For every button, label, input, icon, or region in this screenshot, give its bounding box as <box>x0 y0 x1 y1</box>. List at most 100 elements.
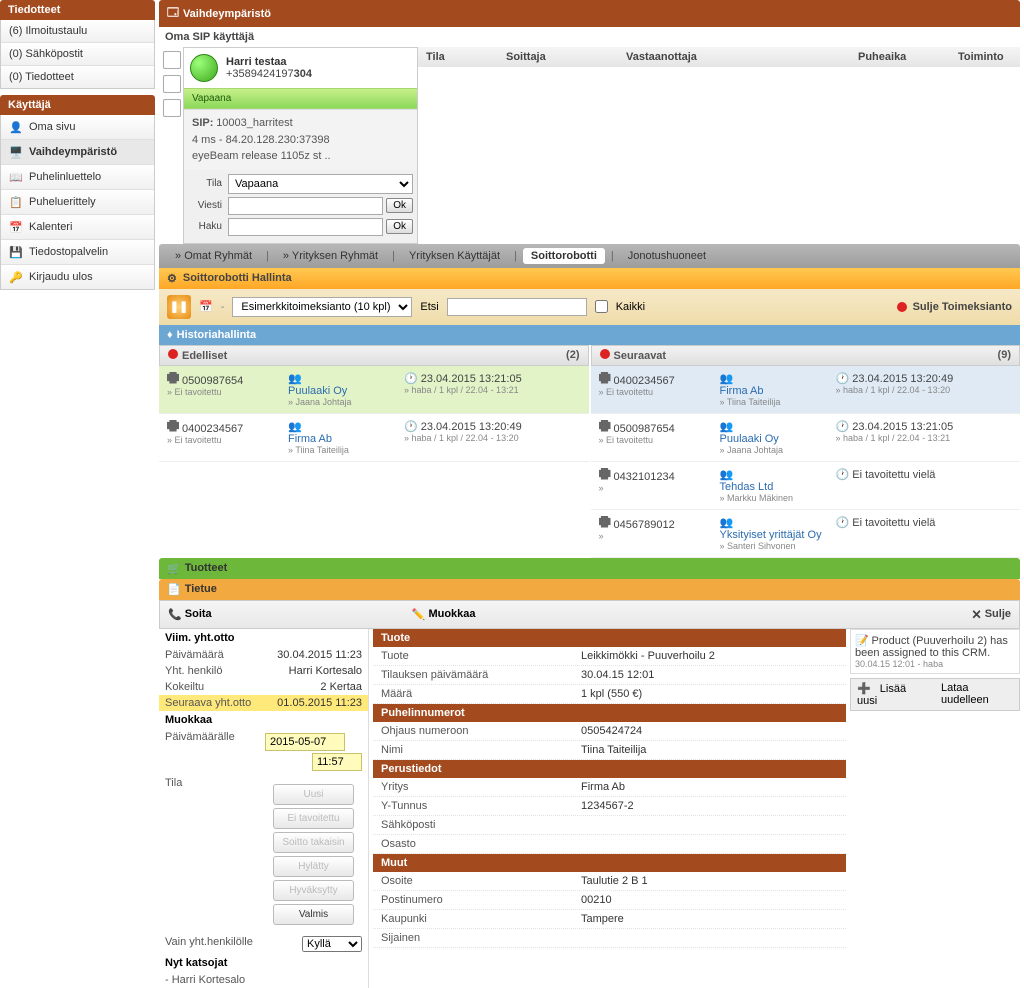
nav-oma-sivu[interactable]: 👤Oma sivu <box>1 115 154 140</box>
record-icon: 📄 <box>167 583 181 596</box>
logout-icon: 🔑 <box>9 270 23 284</box>
next-call-row[interactable]: 0456789012» 👥Yksityiset yrittäjät Oy» Sa… <box>591 510 1021 558</box>
etsi-label: Etsi <box>420 301 438 313</box>
prev-call-row[interactable]: 0500987654» Ei tavoitettu 👥Puulaaki Oy» … <box>159 366 589 414</box>
env-header: 🗔 Vaihdeympäristö <box>159 0 1020 27</box>
presence-icon <box>190 54 218 82</box>
viim-yht-header: Viim. yht.otto <box>159 629 368 647</box>
nav-kirjaudu-ulos[interactable]: 🔑Kirjaudu ulos <box>1 265 154 289</box>
edit-icon: ✏️ <box>412 608 426 621</box>
kayttaja-list: 👤Oma sivu 🖥️Vaihdeympäristö 📖Puhelinluet… <box>0 115 155 290</box>
tila-btn-ei-tavoitettu[interactable]: Ei tavoitettu <box>273 808 353 829</box>
phone-icon <box>599 468 611 480</box>
clock-icon: 🕐 <box>404 373 418 385</box>
close-button[interactable]: 🗙Sulje <box>972 605 1011 624</box>
phone-icon[interactable] <box>163 51 181 69</box>
tiedotteet-list: (6) Ilmoitustaulu (0) Sähköpostit (0) Ti… <box>0 20 155 89</box>
sip-card: Harri testaa +3589424197304 Vapaana SIP:… <box>183 47 418 244</box>
book-icon: 📖 <box>9 170 23 184</box>
phone-icon <box>599 372 611 384</box>
window-icon: 🗔 <box>167 4 179 23</box>
note-icon: 📝 <box>855 635 869 647</box>
phone-icon: 📞 <box>168 608 182 621</box>
edelliset-header: Edelliset(2) <box>159 345 589 366</box>
next-call-row[interactable]: 0400234567» Ei tavoitettu 👥Firma Ab» Tii… <box>591 366 1021 414</box>
tab-yrityksen-ryhmat[interactable]: » Yrityksen Ryhmät <box>275 248 386 264</box>
nav-vaihdeymparisto[interactable]: 🖥️Vaihdeympäristö <box>1 140 154 165</box>
tila-btn-hylätty[interactable]: Hylätty <box>273 856 353 877</box>
edit-icon[interactable] <box>163 75 181 93</box>
haku-ok[interactable]: Ok <box>386 219 413 234</box>
org-icon: 👥 <box>288 421 302 433</box>
sip-name: Harri testaa <box>226 56 312 68</box>
time-input[interactable] <box>312 753 362 771</box>
tabs-bar: » Omat Ryhmät| » Yrityksen Ryhmät| Yrity… <box>159 244 1020 268</box>
tietue-header[interactable]: 📄Tietue <box>159 579 1020 600</box>
nav-puhelinluettelo[interactable]: 📖Puhelinluettelo <box>1 165 154 190</box>
reload-button[interactable]: Lataa uudelleen <box>935 679 1019 710</box>
haku-input[interactable] <box>228 218 383 236</box>
prev-call-row[interactable]: 0400234567» Ei tavoitettu 👥Firma Ab» Tii… <box>159 414 589 462</box>
org-icon: 👥 <box>288 373 302 385</box>
vain-select[interactable]: Kyllä <box>302 936 362 952</box>
org-icon: 👥 <box>720 421 734 433</box>
clock-icon: 🕐 <box>836 517 850 529</box>
org-icon: 👥 <box>720 373 734 385</box>
phone-icon <box>167 372 179 384</box>
phone-icon <box>599 420 611 432</box>
switch-icon: 🖥️ <box>9 145 23 159</box>
next-call-row[interactable]: 0500987654» Ei tavoitettu 👥Puulaaki Oy» … <box>591 414 1021 462</box>
nav-sahkopostit[interactable]: (0) Sähköpostit <box>1 43 154 66</box>
search-input[interactable] <box>447 298 587 316</box>
tab-soittorobotti[interactable]: Soittorobotti <box>523 248 605 264</box>
tila-select[interactable]: Vapaana <box>228 174 413 194</box>
server-icon: 💾 <box>9 245 23 259</box>
assignment-select[interactable]: Esimerkkitoimeksianto (10 kpl) <box>232 297 412 317</box>
pause-button[interactable]: ❚❚ <box>167 295 191 319</box>
next-call-row[interactable]: 0432101234» 👥Tehdas Ltd» Markku Mäkinen … <box>591 462 1021 510</box>
haku-label: Haku <box>188 221 228 232</box>
tuotteet-header[interactable]: 🛒Tuotteet <box>159 558 1020 579</box>
history-icon: ♦ <box>167 329 173 341</box>
tila-btn-valmis[interactable]: Valmis <box>273 904 353 925</box>
notification: 📝 Product (Puuverhoilu 2) has been assig… <box>850 629 1020 674</box>
nav-kalenteri[interactable]: 📅Kalenteri <box>1 215 154 240</box>
viesti-input[interactable] <box>228 197 383 215</box>
clock-icon: 🕐 <box>836 469 850 481</box>
phone-icon <box>167 420 179 432</box>
puh-hdr: Puhelinnumerot <box>373 704 846 722</box>
sip-status: Vapaana <box>184 88 417 109</box>
gear-icon: ⚙ <box>167 272 177 285</box>
nyt-katsojat: Nyt katsojat <box>159 954 368 972</box>
nav-tiedostopalvelin[interactable]: 💾Tiedostopalvelin <box>1 240 154 265</box>
tila-btn-uusi[interactable]: Uusi <box>273 784 353 805</box>
tila-btn-hyväksytty[interactable]: Hyväksytty <box>273 880 353 901</box>
viesti-ok[interactable]: Ok <box>386 198 413 213</box>
tiedotteet-header: Tiedotteet <box>0 0 155 20</box>
clock-icon: 🕐 <box>836 373 850 385</box>
kaikki-checkbox[interactable] <box>595 300 608 313</box>
date-input[interactable] <box>265 733 345 751</box>
close-assignment[interactable]: Sulje Toimeksianto <box>913 301 1012 313</box>
calendar-icon[interactable]: 📅 <box>199 300 213 313</box>
perus-hdr: Perustiedot <box>373 760 846 778</box>
reload-icon[interactable] <box>163 99 181 117</box>
nav-ilmoitustaulu[interactable]: (6) Ilmoitustaulu <box>1 20 154 43</box>
user-icon: 👤 <box>9 120 23 134</box>
sip-info: SIP: 10003_harritest 4 ms - 84.20.128.23… <box>184 109 417 170</box>
nav-tiedotteet[interactable]: (0) Tiedotteet <box>1 66 154 88</box>
tab-jonotushuoneet[interactable]: Jonotushuoneet <box>620 248 714 264</box>
close-icon <box>897 302 907 312</box>
phone-icon <box>599 516 611 528</box>
tab-omat-ryhmat[interactable]: » Omat Ryhmät <box>167 248 260 264</box>
robo-header: ⚙Soittorobotti Hallinta <box>159 268 1020 289</box>
clock-icon: 🕐 <box>836 421 850 433</box>
tila-btn-soitto-takaisin[interactable]: Soitto takaisin <box>273 832 353 853</box>
clock-icon: 🕐 <box>404 421 418 433</box>
nav-puheluerittely[interactable]: 📋Puheluerittely <box>1 190 154 215</box>
add-new-button[interactable]: ➕ Lisää uusi <box>851 679 935 710</box>
tab-yrityksen-kayttajat[interactable]: Yrityksen Käyttäjät <box>401 248 508 264</box>
org-icon: 👥 <box>720 469 734 481</box>
calendar-icon: 📅 <box>9 220 23 234</box>
seuraavat-header: Seuraavat(9) <box>591 345 1021 366</box>
